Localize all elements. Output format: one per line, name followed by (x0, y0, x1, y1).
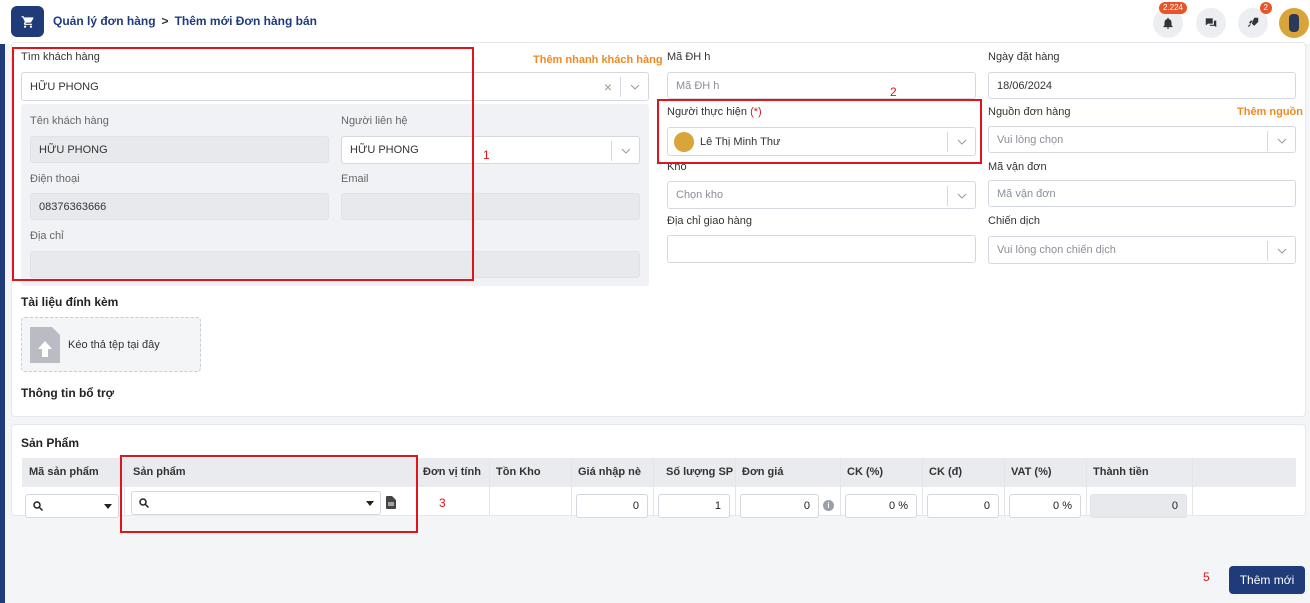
annotation-number: 3 (439, 496, 446, 510)
quantity-value: 1 (714, 500, 721, 512)
order-date-value: 18/06/2024 (997, 79, 1053, 92)
order-source-label: Nguồn đơn hàng (988, 106, 1071, 118)
unit-price-input[interactable]: 0 (740, 494, 819, 518)
order-code-placeholder: Mã ĐH h (676, 79, 720, 92)
warehouse-select[interactable]: Chọn kho (667, 181, 976, 209)
search-icon (33, 501, 44, 512)
bell-icon (1163, 17, 1173, 29)
product-code-select[interactable] (25, 494, 119, 518)
notification-badge: 2.224 (1158, 2, 1187, 14)
annotation-box-3 (120, 455, 418, 533)
breadcrumb: Quản lý đơn hàng > Thêm mới Đơn hàng bán (53, 14, 317, 28)
breadcrumb-parent[interactable]: Quản lý đơn hàng (53, 14, 156, 28)
col-header: Đơn giá (742, 466, 784, 478)
discount-percent-input[interactable]: 0 % (845, 494, 917, 518)
tracking-code-placeholder: Mã vận đơn (997, 187, 1056, 200)
col-header: VAT (%) (1011, 466, 1052, 478)
add-source-link[interactable]: Thêm nguồn (1237, 106, 1303, 118)
dropzone-text: Kéo thả tệp tại đây (68, 338, 160, 351)
clear-icon[interactable]: × (604, 79, 612, 95)
rocket-button[interactable]: 2 (1238, 2, 1272, 38)
col-header: CK (%) (847, 466, 884, 478)
shipping-address-input[interactable] (667, 235, 976, 263)
order-code-input[interactable]: Mã ĐH h (667, 72, 976, 99)
annotation-box-1 (12, 47, 474, 281)
unit-price-value: 0 (803, 500, 810, 512)
submit-button[interactable]: Thêm mới (1229, 566, 1305, 594)
vat-percent-input[interactable]: 0 % (1009, 494, 1081, 518)
breadcrumb-separator: > (161, 14, 169, 28)
warehouse-placeholder: Chọn kho (676, 189, 724, 201)
rocket-badge: 2 (1259, 2, 1272, 14)
vat-percent-value: 0 % (1053, 500, 1072, 512)
caret-down-icon (104, 503, 112, 509)
annotation-number: 5 (1203, 570, 1210, 584)
discount-amount-input[interactable]: 0 (927, 494, 999, 518)
campaign-select[interactable]: Vui lòng chọn chiến dịch (988, 236, 1296, 264)
file-upload-icon (30, 326, 60, 363)
campaign-placeholder: Vui lòng chọn chiến dịch (997, 244, 1116, 256)
left-sidebar-edge (0, 44, 5, 603)
annotation-number: 2 (890, 85, 897, 99)
order-code-label: Mã ĐH h (667, 51, 711, 63)
campaign-label: Chiến dịch (988, 215, 1040, 227)
annotation-box-2 (657, 99, 982, 164)
notification-button[interactable]: 2.224 (1153, 2, 1187, 38)
chat-button[interactable] (1196, 8, 1226, 38)
info-icon[interactable]: i (823, 500, 834, 511)
avatar[interactable] (1279, 8, 1309, 38)
tracking-code-input[interactable]: Mã vận đơn (988, 180, 1296, 207)
col-header: Mã sản phẩm (29, 466, 99, 478)
chevron-down-icon[interactable] (620, 77, 648, 97)
quick-add-customer-link[interactable]: Thêm nhanh khách hàng (533, 54, 663, 66)
attachments-title: Tài liệu đính kèm (21, 295, 119, 309)
products-title: Sản Phẩm (21, 436, 80, 450)
chevron-down-icon[interactable] (947, 186, 975, 206)
col-header: Thành tiền (1093, 466, 1149, 478)
col-header: Số lượng SP (666, 466, 734, 478)
quantity-input[interactable]: 1 (658, 494, 730, 518)
col-header: CK (đ) (929, 466, 962, 478)
import-price-input[interactable]: 0 (576, 494, 648, 518)
discount-percent-value: 0 % (889, 500, 908, 512)
line-total-field: 0 (1090, 494, 1187, 518)
order-date-label: Ngày đặt hàng (988, 51, 1060, 63)
chevron-down-icon[interactable] (1267, 241, 1295, 261)
cart-menu-button[interactable] (11, 6, 44, 37)
discount-amount-value: 0 (983, 500, 990, 512)
import-price-value: 0 (632, 500, 639, 512)
order-source-placeholder: Vui lòng chọn (997, 133, 1064, 146)
col-header: Giá nhập nè (578, 466, 641, 478)
order-source-select[interactable]: Vui lòng chọn (988, 126, 1296, 153)
chat-icon (1205, 18, 1217, 28)
chevron-down-icon[interactable] (1267, 131, 1295, 151)
annotation-number: 1 (483, 148, 490, 162)
col-header: Tồn Kho (496, 466, 541, 478)
file-dropzone[interactable]: Kéo thả tệp tại đây (21, 317, 201, 372)
shipping-address-label: Địa chỉ giao hàng (667, 215, 753, 227)
col-header: Đơn vị tính (423, 466, 481, 478)
chevron-down-icon[interactable] (611, 141, 639, 161)
cart-icon (21, 15, 34, 28)
breadcrumb-current: Thêm mới Đơn hàng bán (174, 14, 317, 28)
line-total-value: 0 (1171, 500, 1178, 512)
order-date-input[interactable]: 18/06/2024 (988, 72, 1296, 99)
rocket-icon (1247, 17, 1259, 28)
extra-info-title[interactable]: Thông tin bổ trợ (21, 386, 114, 400)
tracking-code-label: Mã vận đơn (988, 161, 1047, 173)
